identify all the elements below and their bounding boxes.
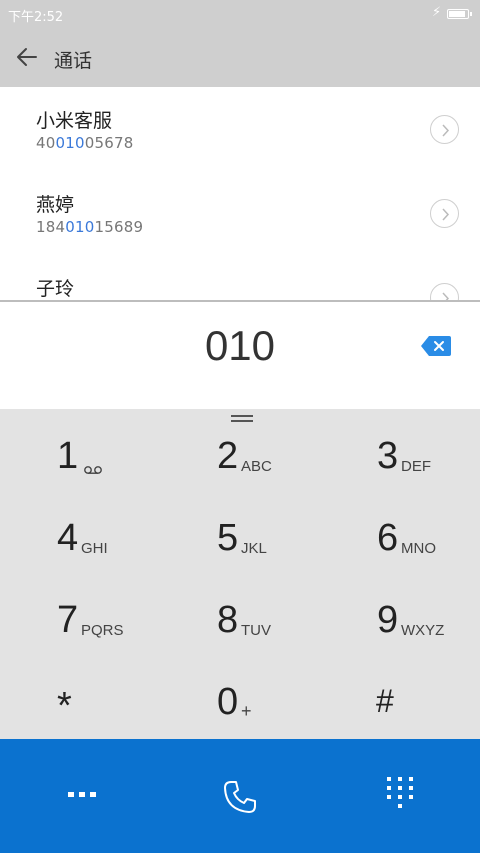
key-digit: 7 [57,599,79,641]
key-digit: # [376,683,394,719]
dialpad-toggle-button[interactable] [320,739,480,853]
key-7[interactable]: 7 PQRS [0,579,160,661]
key-letters: PQRS [81,622,124,639]
dialed-number: 010 [204,322,276,369]
key-digit: 4 [57,517,79,559]
key-letters: TUV [241,622,271,639]
number-prefix: 184 [36,218,66,236]
bottom-action-bar [0,739,480,853]
key-3[interactable]: 3 DEF [320,415,480,497]
key-digit: 8 [217,599,239,641]
page-title: 通话 [54,50,93,72]
chevron-right-icon[interactable] [430,199,459,228]
contact-number: 4001005678 [36,134,133,152]
key-digit: 5 [217,517,239,559]
battery-level [449,11,465,17]
key-letters: GHI [81,540,108,557]
contact-match-list: 小米客服 4001005678 燕婷 18401015689 子玲 [0,87,480,301]
contact-name: 子玲 [36,278,75,300]
status-bar: 下午2:52 ⚡ [0,0,480,28]
key-6[interactable]: 6 MNO [320,497,480,579]
app-header: 通话 [0,28,480,87]
status-time: 下午2:52 [8,10,64,25]
backspace-icon[interactable] [420,335,452,357]
call-button[interactable] [160,739,320,853]
dialpad-icon [387,777,413,808]
number-match: 010 [55,134,85,152]
dialed-number-display: 010 [0,302,480,409]
arrow-left-icon[interactable] [14,42,40,72]
key-digit: 9 [377,599,399,641]
key-digit: * [57,685,72,727]
key-8[interactable]: 8 TUV [160,579,320,661]
dialpad: 1 2 ABC 3 DEF 4 GHI 5 JKL 6 MNO 7 PQRS 8… [0,409,480,739]
battery-icon [447,9,472,19]
contact-item[interactable]: 燕婷 18401015689 [0,171,480,255]
voicemail-icon [83,461,103,474]
chevron-right-icon[interactable] [430,115,459,144]
key-letters: JKL [241,540,267,557]
key-digit: 1 [57,435,79,477]
top-bar: 下午2:52 ⚡ 通话 [0,0,480,87]
charging-icon: ⚡ [432,5,442,20]
key-letters: DEF [401,458,431,475]
phone-icon [224,781,256,813]
key-4[interactable]: 4 GHI [0,497,160,579]
key-digit: 6 [377,517,399,559]
key-9[interactable]: 9 WXYZ [320,579,480,661]
key-0[interactable]: 0 + [160,661,320,743]
number-prefix: 40 [36,134,56,152]
key-digit: 2 [217,435,239,477]
contact-item[interactable]: 子玲 [0,255,480,301]
key-2[interactable]: 2 ABC [160,415,320,497]
number-suffix: 05678 [84,134,134,152]
more-button[interactable] [0,739,160,853]
more-icon [68,792,96,797]
key-5[interactable]: 5 JKL [160,497,320,579]
key-letters: + [241,701,252,721]
key-letters: MNO [401,540,436,557]
chevron-right-icon[interactable] [430,283,459,301]
number-match: 010 [65,218,95,236]
key-star[interactable]: * [0,661,160,743]
key-hash[interactable]: # [320,661,480,743]
contact-name: 小米客服 [36,110,113,132]
contact-number: 18401015689 [36,218,143,236]
key-1[interactable]: 1 [0,415,160,497]
key-digit: 3 [377,435,399,477]
key-letters: WXYZ [401,622,445,639]
key-letters: ABC [241,458,272,475]
contact-name: 燕婷 [36,194,75,216]
number-suffix: 15689 [94,218,144,236]
key-digit: 0 [217,681,239,723]
contact-item[interactable]: 小米客服 4001005678 [0,87,480,171]
